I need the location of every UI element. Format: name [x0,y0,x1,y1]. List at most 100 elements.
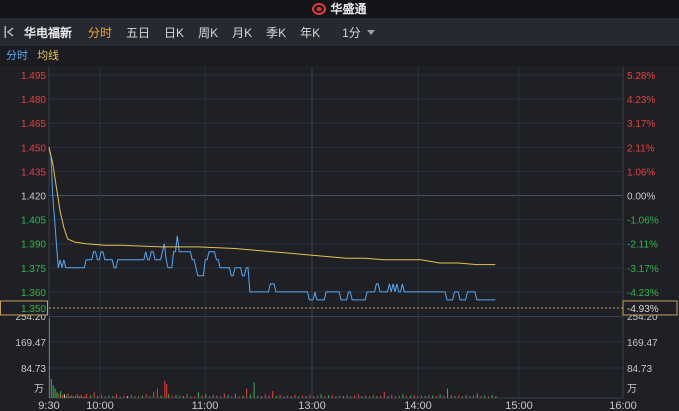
time-tick-label: 10:00 [86,400,114,411]
tab-intraday[interactable]: 分时 [88,24,112,41]
volume-bar [63,394,65,398]
volume-bar [175,394,177,398]
price-axis: 1.495 1.480 1.465 1.450 1.435 1.420 1.405 1.390… [21,71,46,299]
volume-bars [49,318,497,398]
volume-bar [75,395,77,398]
volume-bar [417,396,419,398]
volume-tick-label: 84.73 [21,364,46,375]
volume-bar [78,396,80,398]
volume-bar [249,394,251,398]
volume-bar [149,396,151,398]
price-tick-label: 1.480 [21,95,46,106]
volume-bar [179,395,181,398]
legend-intraday-price: 分时 [6,50,28,62]
volume-bar [354,395,356,398]
price-tick-label: 1.495 [21,71,46,82]
percent-tick-label: 4.23% [627,95,655,106]
volume-bar [86,393,88,398]
tab-daily-k[interactable]: 日K [164,24,184,41]
volume-bar [432,395,434,398]
collapse-panel-icon[interactable] [4,25,16,39]
tab-quarterly-k[interactable]: 季K [266,24,286,41]
volume-bar [316,395,318,398]
volume-bar [387,396,389,398]
time-tick-label: 15:00 [505,400,533,411]
volume-bar [145,394,147,398]
chart-legend: 分时 均线 [0,47,679,66]
volume-bar [156,388,158,398]
volume-bar [164,380,166,398]
volume-bar [447,388,449,398]
price-tick-label: 1.420 [21,192,46,203]
current-change-label: -4.93% [627,304,659,315]
volume-bar [168,394,170,398]
volume-bar [58,393,60,398]
volume-bar [108,395,110,398]
volume-bar [97,396,99,398]
volume-bar [428,394,430,398]
volume-bar [439,394,441,398]
brand-bar: 华盛通 [0,0,679,18]
volume-bar [272,391,274,398]
volume-bar [487,396,489,398]
tab-monthly-k[interactable]: 月K [232,24,252,41]
percent-tick-label: 2.11% [627,143,655,154]
volume-bar [421,395,422,398]
volume-bar [465,394,467,398]
volume-bar [450,394,452,398]
volume-bar [268,395,270,398]
volume-tick-label: 169.47 [627,338,658,349]
volume-bar [171,395,173,398]
brand-name: 华盛通 [330,2,367,16]
volume-bar [301,395,303,398]
volume-bar [142,395,143,398]
volume-bar [383,391,385,398]
volume-bar [361,396,363,398]
volume-bar [473,395,475,398]
volume-bar [216,395,218,398]
volume-bar [130,394,132,398]
percent-tick-label: 5.28% [627,71,655,82]
volume-bar [127,396,129,398]
tab-weekly-k[interactable]: 周K [198,24,218,41]
price-tick-label: 1.375 [21,264,46,275]
volume-bar [424,396,426,398]
volume-bar [235,394,236,398]
volume-bar [220,396,222,398]
volume-bar [52,385,54,398]
percent-tick-label: -3.17% [627,264,659,275]
volume-bar [469,396,471,398]
time-tick-label: 13:00 [298,400,326,411]
volume-bar [93,392,95,398]
volume-bar [153,391,155,398]
volume-bar [65,395,67,398]
percent-tick-label: 1.06% [627,167,655,178]
volume-tick-label: 254.20 [15,312,46,323]
percent-tick-label: -4.23% [627,288,659,299]
tab-yearly-k[interactable]: 年K [300,24,320,41]
period-dropdown[interactable]: 1分 [342,24,375,41]
volume-bar [134,396,136,398]
volume-bar [454,396,456,398]
current-change-box [622,300,678,316]
volume-bar [67,393,69,398]
volume-bar [60,391,62,398]
volume-bar [324,396,326,398]
tab-five-day[interactable]: 五日 [126,24,150,41]
volume-bar [402,394,404,398]
volume-bar [283,396,285,398]
volume-bar [320,394,322,398]
time-tick-label: 16:00 [609,400,637,411]
volume-bar [82,396,84,398]
volume-bar [119,396,121,398]
volume-bar [305,396,307,398]
volume-bar [335,396,337,398]
volume-bar [294,394,296,398]
volume-bar [138,396,140,398]
volume-bar [182,396,184,398]
stock-name: 华电福新 [24,25,73,40]
volume-bar [89,395,91,398]
volume-bar [56,392,58,398]
chart-toolbar: 华电福新 分时 五日 日K 周K 月K 季K 年K 1分 [0,18,679,47]
volume-bar [242,395,244,398]
